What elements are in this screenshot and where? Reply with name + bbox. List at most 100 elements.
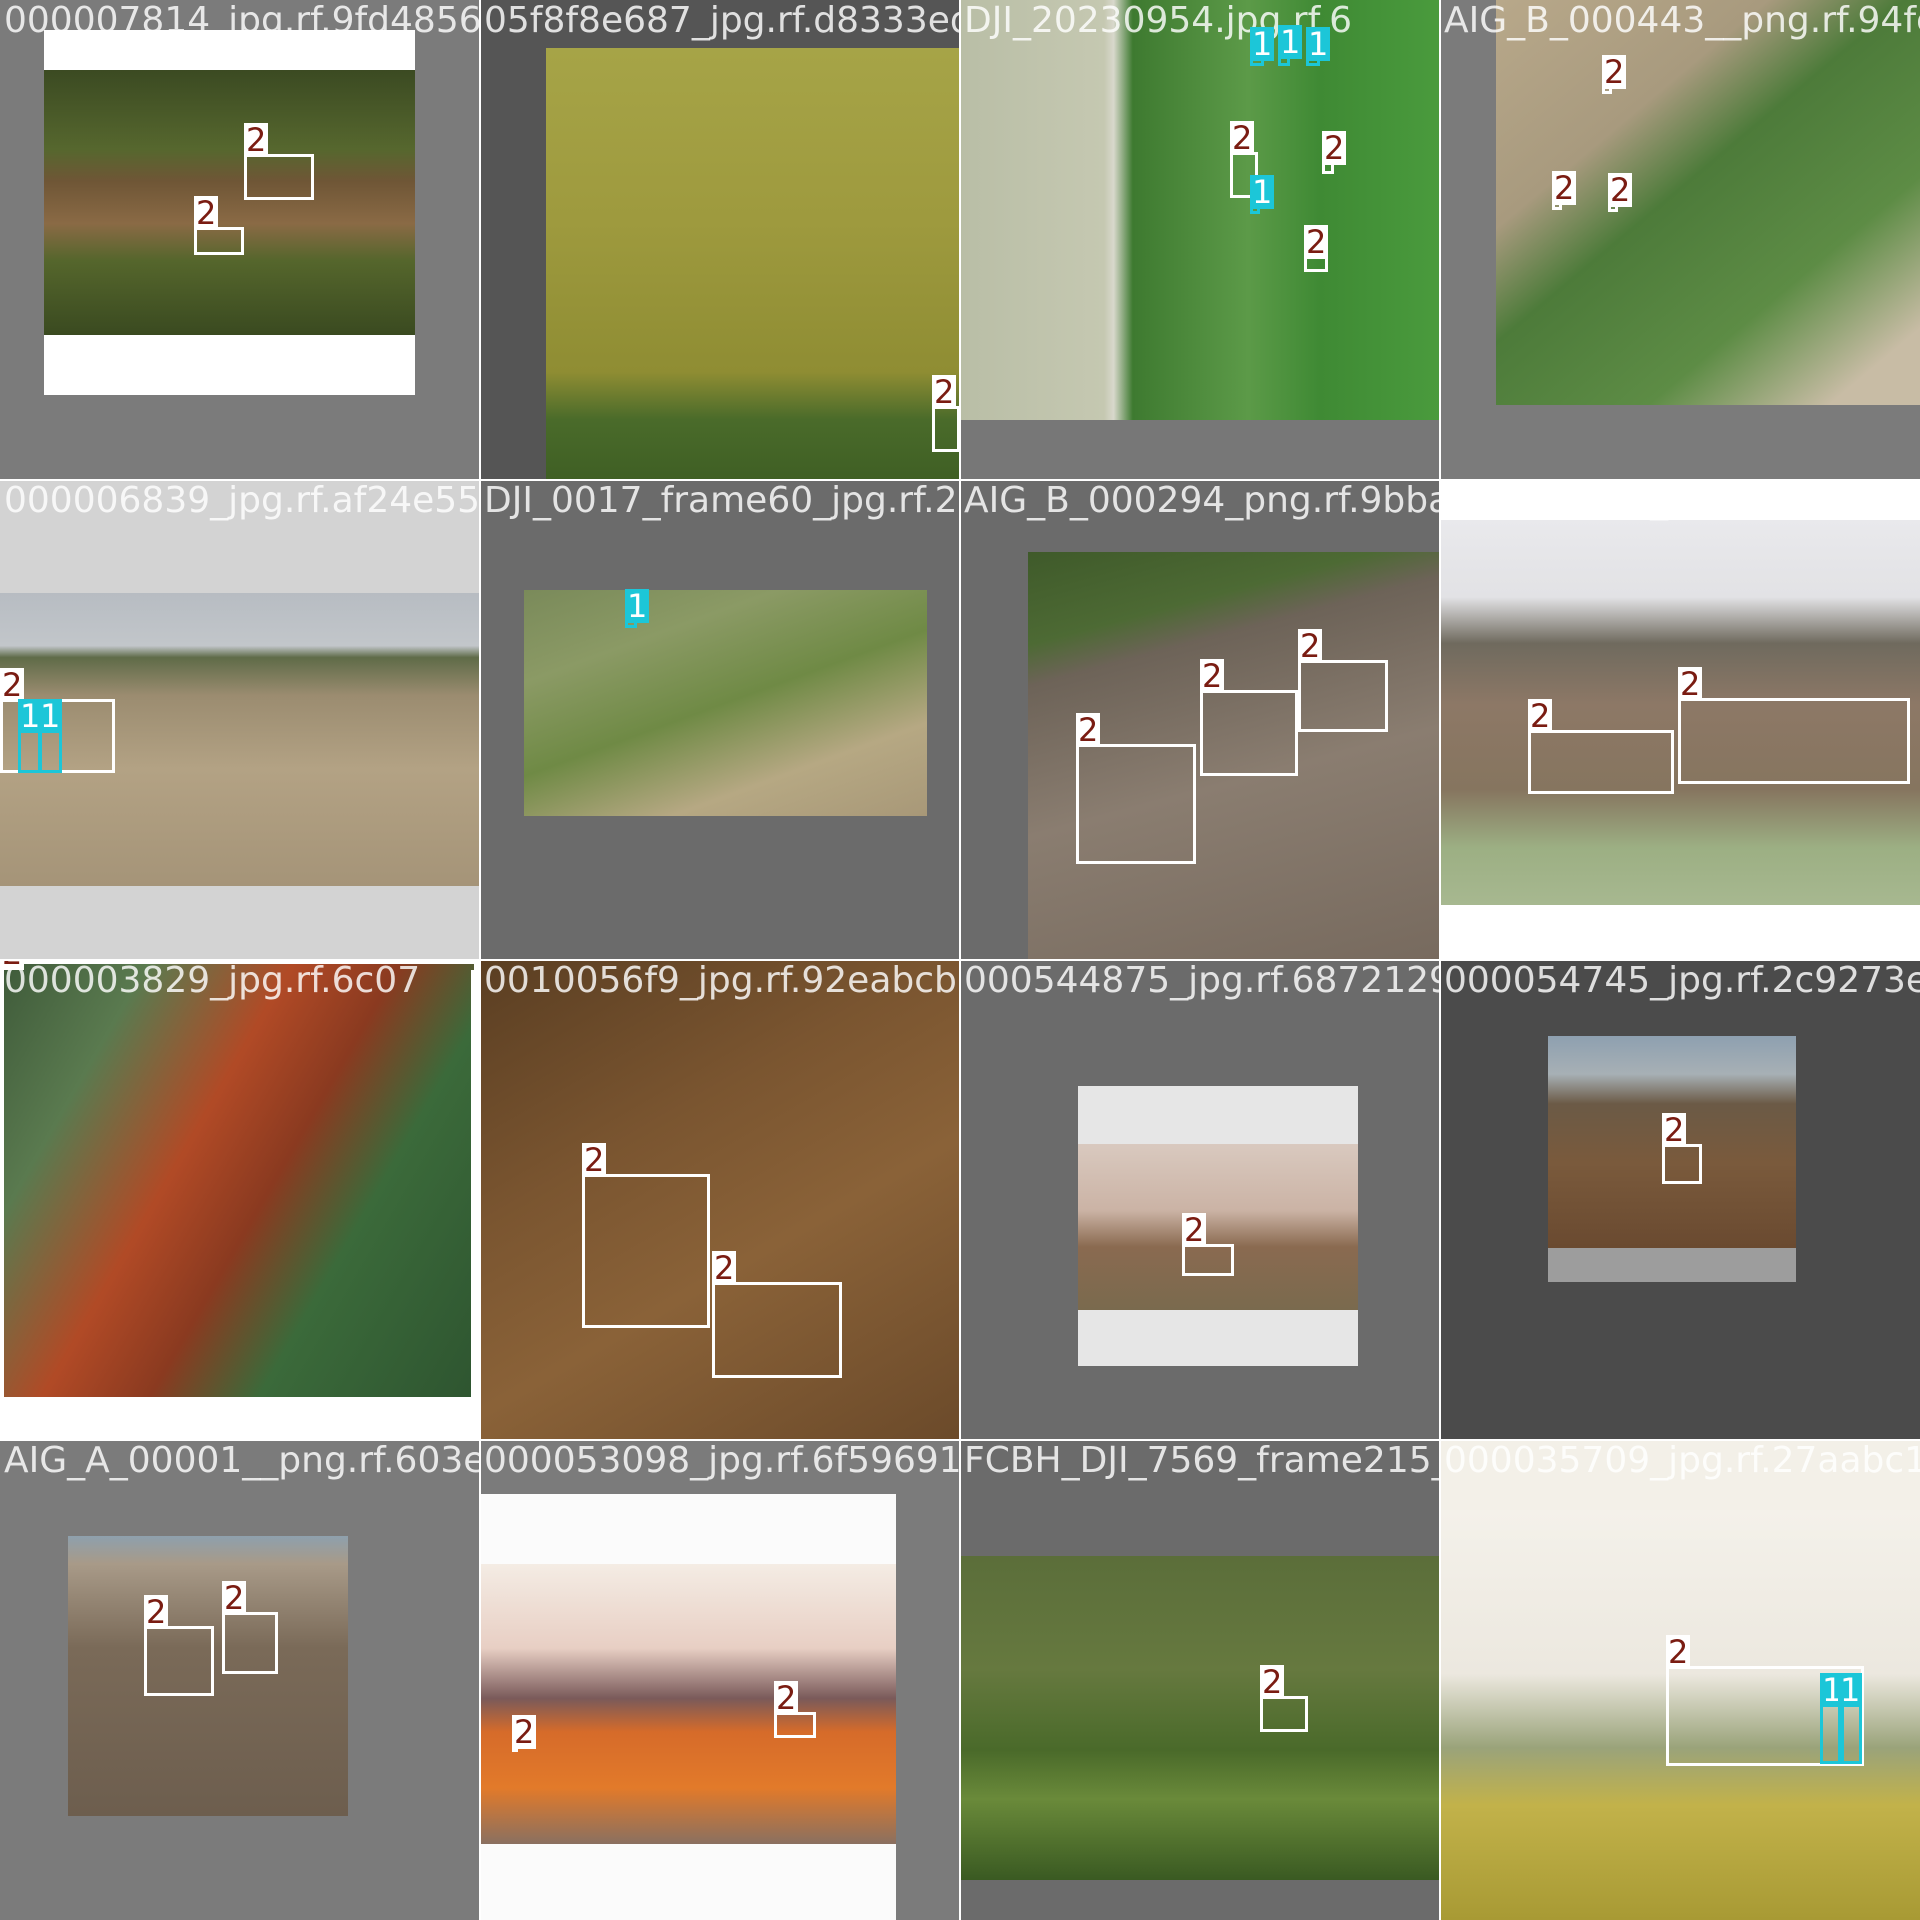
detection-box: 1 [1250, 27, 1275, 66]
aerial-field-photo [960, 1556, 1440, 1880]
detection-box: 2 [774, 1681, 816, 1738]
mosaic-tile: 000283666_jpg.rf.2ed7a7de 2 2 [1440, 480, 1920, 960]
mosaic-tile: AIG_B_000443__png.rf.94fcf 2 2 2 [1440, 0, 1920, 480]
detection-box: 2 [1076, 713, 1196, 864]
class-label: 2 [1552, 169, 1577, 207]
class-label: 2 [712, 1249, 737, 1287]
tile-filename: 000054745_jpg.rf.2c9273ee [1444, 960, 1920, 1001]
grid-divider [0, 479, 1920, 481]
detection-mosaic: 000007814_jpg.rf.9fd4856ad 2 2 05f8f8e68… [0, 0, 1920, 1920]
tile-filename: AIG_B_000294_png.rf.9bba [964, 480, 1440, 521]
class-label: 2 [1230, 119, 1255, 157]
class-label: 2 [1608, 171, 1633, 209]
detection-box: 2 [582, 1143, 710, 1328]
class-label: 1 [1278, 23, 1303, 61]
detection-box: 2 [222, 1581, 278, 1674]
class-label: 2 [582, 1141, 607, 1179]
class-label: 2 [774, 1679, 799, 1717]
aerial-field-photo [960, 0, 1440, 420]
class-label: 2 [144, 1593, 169, 1631]
mosaic-tile: 000054745_jpg.rf.2c9273ee 2 [1440, 960, 1920, 1440]
class-label: 2 [1260, 1663, 1285, 1701]
detection-box: 2 [1304, 225, 1329, 272]
detection-box: 2 [1182, 1213, 1234, 1276]
class-label: 2 [1678, 665, 1703, 703]
class-label: 2 [1662, 1111, 1687, 1149]
detection-box: 2 [512, 1715, 537, 1752]
tile-filename: 05f8f8e687_jpg.rf.d8333ed8 [484, 0, 960, 41]
detection-box: 2 [194, 196, 244, 255]
detection-box: 2 [244, 123, 314, 200]
class-label: 2 [1182, 1211, 1207, 1249]
detection-box: 1 [1278, 25, 1303, 66]
class-label: 1 [38, 697, 63, 735]
class-label: 1 [1838, 1671, 1863, 1709]
class-label: 2 [0, 960, 25, 970]
mosaic-tile: DJI_20230954.jpg.rf.6 1 1 1 2 2 1 2 [960, 0, 1440, 480]
detection-box: 2 [1678, 667, 1910, 784]
detection-box: 2 [1602, 55, 1627, 94]
class-label: 2 [1602, 53, 1627, 91]
detection-box: 2 [1662, 1113, 1702, 1184]
mosaic-tile: FCBH_DJI_7569_frame215_jp 2 [960, 1440, 1440, 1920]
class-label: 1 [625, 587, 650, 625]
class-label: 2 [1304, 223, 1329, 261]
detection-box: 2 [1260, 1665, 1308, 1732]
detection-box: 2 [712, 1251, 842, 1378]
tile-filename: DJI_0017_frame60_jpg.rf.25 [484, 480, 960, 521]
grid-divider [0, 959, 1920, 961]
mosaic-tile: 0010056f9_jpg.rf.92eabcb8 2 2 [480, 960, 960, 1440]
detection-box: 1 [1250, 175, 1275, 214]
detection-box: 2 [144, 1595, 214, 1696]
detection-box: 2 [1298, 629, 1388, 732]
detection-box: 2 [1322, 131, 1347, 174]
mosaic-tile: 000544875_jpg.rf.68721291 2 [960, 960, 1440, 1440]
detection-box: 1 [38, 699, 63, 773]
detection-box: 1 [1306, 27, 1331, 66]
class-label: 1 [1306, 25, 1331, 63]
class-label: 2 [512, 1713, 537, 1751]
detection-box: 2 [932, 375, 960, 452]
class-label: 2 [1528, 697, 1553, 735]
tile-filename: 000006839_jpg.rf.af24e55f3 [4, 480, 480, 521]
detection-box: 2 [1200, 659, 1298, 776]
tile-filename: 000283666_jpg.rf.2ed7a7de [1444, 480, 1920, 521]
class-label: 2 [1322, 129, 1347, 167]
tile-filename: FCBH_DJI_7569_frame215_jp [964, 1440, 1440, 1481]
tile-filename: 000544875_jpg.rf.68721291 [964, 960, 1440, 1001]
class-label: 2 [194, 194, 219, 232]
class-label: 2 [1666, 1633, 1691, 1671]
class-label: 2 [222, 1579, 247, 1617]
tile-filename: 000053098_jpg.rf.6f596910a [484, 1440, 960, 1481]
mosaic-tile: AIG_A_00001__png.rf.603e 2 2 [0, 1440, 480, 1920]
detection-box: 1 [625, 589, 650, 628]
detection-box: 2 [1608, 173, 1633, 212]
tile-filename: 000035709_jpg.rf.27aabc17 [1444, 1440, 1920, 1481]
mosaic-tile: 000003829_jpg.rf.6c07 2 [0, 960, 480, 1440]
mosaic-tile: DJI_0017_frame60_jpg.rf.25 1 [480, 480, 960, 960]
mosaic-tile: 05f8f8e687_jpg.rf.d8333ed8 2 [480, 0, 960, 480]
class-label: 2 [1076, 711, 1101, 749]
mosaic-tile: 000007814_jpg.rf.9fd4856ad 2 2 [0, 0, 480, 480]
mosaic-tile: 000035709_jpg.rf.27aabc17 2 1 1 [1440, 1440, 1920, 1920]
mosaic-tile: AIG_B_000294_png.rf.9bba 2 2 2 [960, 480, 1440, 960]
tile-filename: AIG_A_00001__png.rf.603e [4, 1440, 480, 1481]
mosaic-tile: 000053098_jpg.rf.6f596910a 2 2 [480, 1440, 960, 1920]
class-label: 2 [1200, 657, 1225, 695]
detection-box: 2 [0, 960, 474, 1400]
vineyard-photo [524, 590, 927, 816]
mosaic-tile: 000006839_jpg.rf.af24e55f3 2 1 1 [0, 480, 480, 960]
class-label: 1 [1250, 173, 1275, 211]
class-label: 1 [1250, 25, 1275, 63]
detection-box: 2 [1552, 171, 1577, 210]
crop-field-photo [546, 48, 960, 480]
detection-box: 1 [1838, 1673, 1863, 1764]
sunset-field-photo [480, 1564, 896, 1844]
field-photo [1078, 1144, 1358, 1310]
grid-divider [0, 1439, 1920, 1441]
class-label: 2 [244, 121, 269, 159]
class-label: 2 [932, 373, 957, 411]
aerial-harvest-photo [44, 70, 415, 335]
detection-box: 2 [1528, 699, 1674, 794]
class-label: 2 [1298, 627, 1323, 665]
